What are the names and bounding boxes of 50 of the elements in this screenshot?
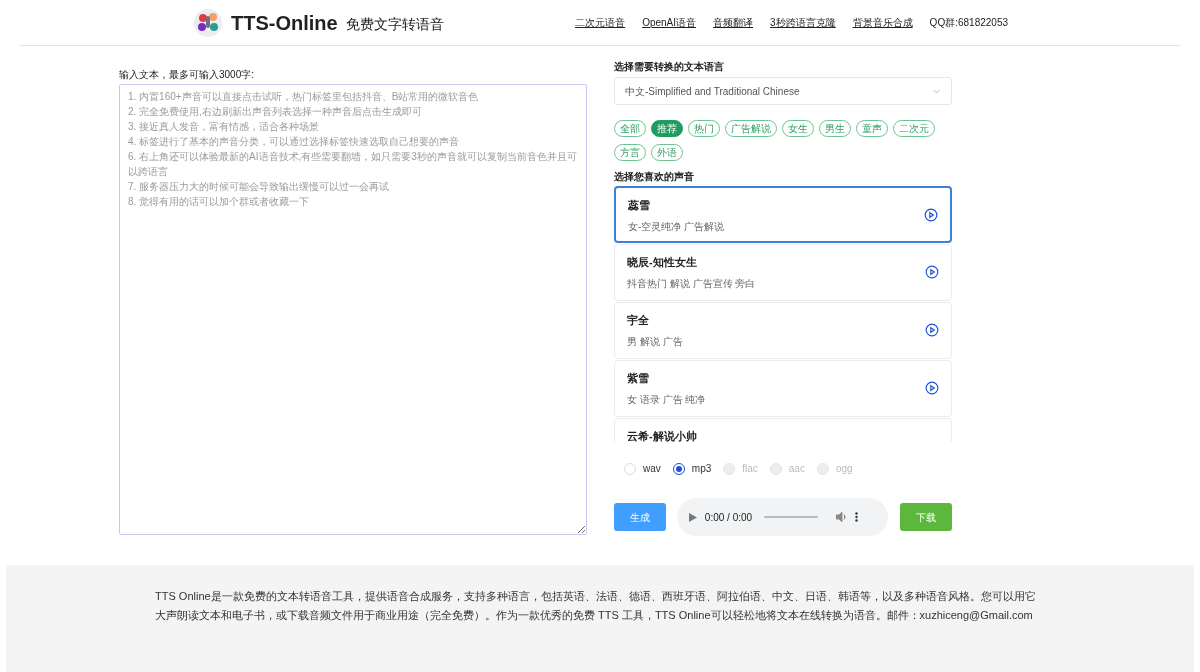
format-label: aac: [788, 462, 805, 476]
format-label: flac: [742, 462, 758, 476]
play-circle-icon[interactable]: [925, 323, 939, 337]
voice-card[interactable]: 晓辰-知性女生 抖音热门 解说 广告宣传 旁白: [614, 244, 952, 301]
audio-time: 0:00 / 0:00: [704, 510, 753, 525]
language-select[interactable]: 中文-Simplified and Traditional Chinese: [614, 77, 952, 105]
play-circle-icon[interactable]: [925, 381, 939, 395]
nav-link[interactable]: 3秒跨语言克隆: [770, 15, 836, 30]
voice-card[interactable]: 蕊雪 女-空灵纯净 广告解说: [614, 186, 952, 243]
brand-tagline: 免费文字转语音: [345, 14, 444, 34]
tag-chip[interactable]: 方言: [614, 144, 646, 161]
voice-name: 蕊雪: [628, 198, 651, 213]
voice-name: 紫雪: [627, 371, 650, 386]
tag-chip[interactable]: 男生: [819, 120, 851, 137]
voice-description: 抖音热门 解说 广告宣传 旁白: [627, 276, 757, 291]
nav-link[interactable]: OpenAI语音: [642, 15, 697, 30]
voice-name: 晓辰-知性女生: [627, 255, 698, 270]
voice-card[interactable]: 宇全 男 解说 广告: [614, 302, 952, 359]
nav-link[interactable]: 音频翻译: [713, 15, 754, 30]
tag-chip[interactable]: 广告解说: [725, 120, 777, 137]
brand-title: TTS-Online: [231, 10, 338, 36]
tag-chip[interactable]: 女生: [782, 120, 814, 137]
voices-label: 选择您喜欢的声音: [614, 170, 695, 184]
more-options-icon[interactable]: [855, 512, 859, 522]
play-circle-icon[interactable]: [925, 265, 939, 279]
format-label: ogg: [835, 462, 853, 476]
tag-chip[interactable]: 二次元: [893, 120, 935, 137]
voice-card[interactable]: 紫雪 女 语录 广告 纯净: [614, 360, 952, 417]
play-circle-icon[interactable]: [924, 208, 938, 222]
tag-chip[interactable]: 热门: [688, 120, 720, 137]
nav-link[interactable]: 背景音乐合成: [852, 15, 913, 30]
tag-chip[interactable]: 外语: [651, 144, 683, 161]
tag-chip[interactable]: 全部: [614, 120, 646, 137]
format-label: mp3: [691, 462, 712, 476]
audio-player[interactable]: 0:00 / 0:00: [676, 498, 889, 536]
input-label: 输入文本，最多可输入3000字:: [119, 68, 256, 82]
footer-description: TTS Online是一款免费的文本转语音工具，提供语音合成服务，支持多种语言，包括英语、法语、德语、西班牙语、阿拉伯语、中文、日语、韩语等，以及多种语音风格。您可以用它大声朗读文本和电子书，或下载音频文件用于商业用途（完全免费）。作为一款优秀的免费 TTS 工具，TTS Online可以轻松地将文本在线转换为语音。邮件：xuzhiceng@Gmail.com: [155, 589, 1037, 623]
qq-group-text: QQ群:681822053: [929, 16, 1008, 30]
tag-chip[interactable]: 童声: [856, 120, 888, 137]
format-label: wav: [643, 462, 661, 476]
voice-name: 宇全: [627, 313, 650, 328]
play-icon[interactable]: [688, 512, 697, 522]
volume-icon[interactable]: [836, 512, 848, 522]
voice-description: 男 解说 广告: [627, 334, 684, 349]
language-label: 选择需要转换的文本语言: [614, 60, 725, 74]
voice-description: 女 语录 广告 纯净: [627, 392, 707, 407]
voice-name: 云希-解说小帅: [627, 429, 698, 442]
voice-description: 女-空灵纯净 广告解说: [628, 219, 726, 234]
logo-icon: [193, 7, 223, 38]
nav-link[interactable]: 二次元语音: [575, 15, 626, 30]
